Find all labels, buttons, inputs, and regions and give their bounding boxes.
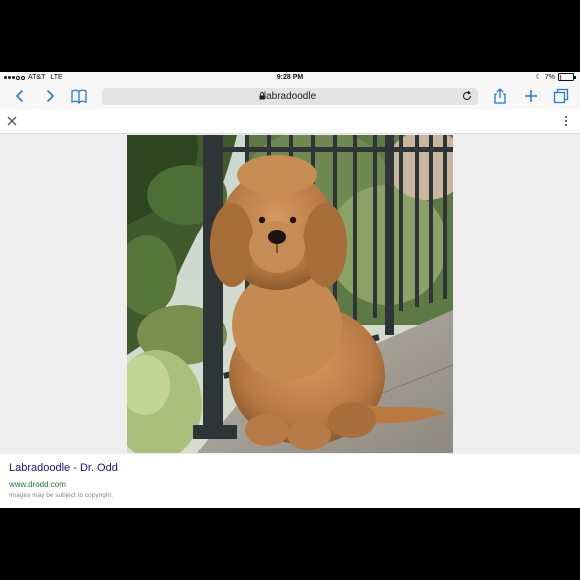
status-bar: AT&T LTE 9:28 PM ☾ 7% [0,72,580,84]
battery-icon [558,73,576,81]
reload-icon[interactable] [461,90,473,102]
more-icon[interactable] [563,115,569,127]
tabs-icon[interactable] [553,88,569,104]
address-bar[interactable]: labradoodle [102,88,478,105]
device-screen: AT&T LTE 9:28 PM ☾ 7% labradoodle Labrad… [0,72,580,508]
forward-icon[interactable] [42,88,58,104]
browser-toolbar: labradoodle [0,84,580,108]
moon-icon: ☾ [535,74,542,81]
dog-photo[interactable] [127,135,453,453]
add-icon[interactable] [523,88,539,104]
share-icon[interactable] [492,88,508,104]
url-text: labradoodle [263,91,317,102]
result-title-link[interactable]: Labradoodle - Dr. Odd [9,462,118,474]
result-domain-link[interactable]: www.drodd.com [9,480,66,489]
image-viewer [0,134,580,454]
viewer-header [0,109,580,134]
status-right: ☾ 7% [535,73,576,81]
battery-percent: 7% [544,73,555,81]
image-result-caption: Labradoodle - Dr. Odd www.drodd.com Imag… [0,454,580,508]
clock: 9:28 PM [276,74,304,81]
close-icon[interactable] [7,116,17,126]
copyright-note: Images may be subject to copyright. [9,492,114,499]
bookmarks-icon[interactable] [71,88,87,104]
back-icon[interactable] [12,88,28,104]
